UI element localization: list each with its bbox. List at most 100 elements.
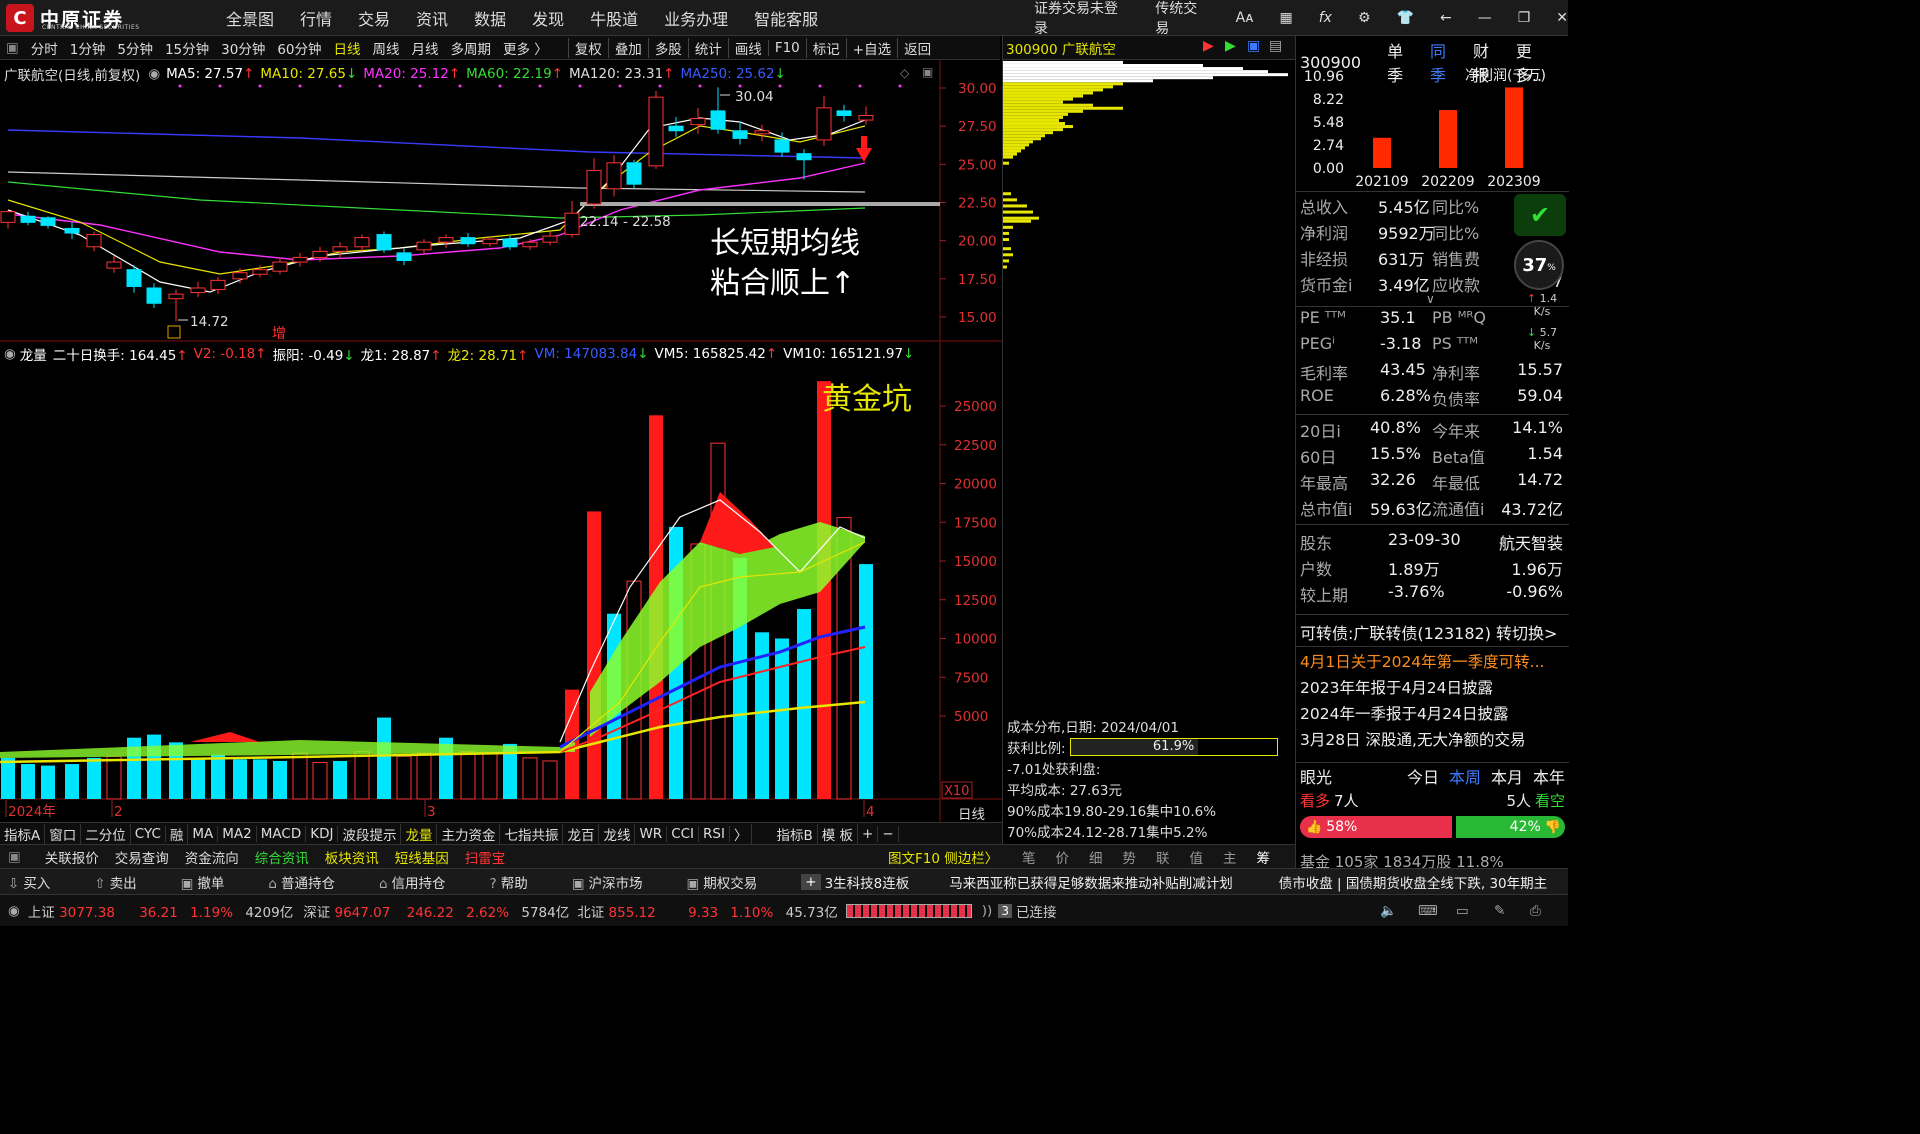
news-item[interactable]: 2023年年报于4月24日披露: [1300, 676, 1493, 698]
top-menu-item[interactable]: 交易: [358, 6, 390, 30]
indicator-tab[interactable]: +: [858, 825, 879, 842]
vote-bar[interactable]: 👍 58% 42% 👎: [1300, 816, 1565, 838]
expand-chevron-icon[interactable]: ∨: [1426, 292, 1435, 306]
news-ticker-2[interactable]: 马来西亚称已获得足够数据来推动补贴削减计划: [949, 872, 1233, 892]
marker-box-icon[interactable]: [167, 325, 181, 339]
back-arrow-icon[interactable]: ←: [1440, 10, 1452, 26]
chip-tab[interactable]: 细: [1079, 847, 1113, 867]
action-buy[interactable]: ⇩ 买入: [8, 872, 72, 892]
chip-tab[interactable]: 筹: [1247, 847, 1281, 867]
add-icon[interactable]: +: [801, 873, 821, 890]
kline-diamond-icon[interactable]: ◇: [900, 66, 909, 80]
indicator-tab[interactable]: MA: [188, 825, 219, 842]
indicator-tab[interactable]: 〉: [730, 823, 753, 844]
tool-icon[interactable]: ✎: [1494, 903, 1505, 919]
f10-sidebar-link[interactable]: 图文F10 侧边栏〉: [880, 847, 1006, 867]
eye-year[interactable]: 本年: [1533, 764, 1565, 788]
bj-index[interactable]: 北证 855.12 9.33 1.10% 45.73亿: [577, 901, 838, 921]
indicator-tab[interactable]: 龙线: [599, 823, 636, 844]
sub-tabs-toggle-icon[interactable]: ▣: [0, 849, 29, 865]
vol-toggle-icon[interactable]: ◉: [4, 346, 16, 362]
shield-check-icon[interactable]: ✔: [1514, 194, 1566, 236]
chart-tool[interactable]: 叠加: [607, 37, 648, 58]
indicator-tab[interactable]: 龙百: [563, 823, 600, 844]
top-menu-item[interactable]: 牛股道: [590, 6, 638, 30]
action-sell[interactable]: ⇧ 卖出: [94, 872, 158, 892]
chip-tab[interactable]: 势: [1113, 847, 1147, 867]
chart-tool[interactable]: 复权: [567, 37, 608, 58]
font-size-icon[interactable]: Aᴀ: [1236, 10, 1254, 26]
action-cancel-order[interactable]: ▣ 撤单: [181, 872, 247, 892]
period-tab[interactable]: 多周期: [445, 38, 498, 58]
chip-tool-icon[interactable]: ▶: [1225, 38, 1236, 54]
chip-pic-icon[interactable]: ▣: [1247, 38, 1260, 54]
minimize-icon[interactable]: —: [1478, 10, 1492, 26]
volume-icon[interactable]: 🔈: [1380, 903, 1397, 919]
indicator-tab[interactable]: MACD: [257, 825, 307, 842]
sub-tab[interactable]: 短线基因: [387, 847, 457, 867]
indicator-tab[interactable]: 指标A: [0, 823, 46, 844]
period-tab[interactable]: 30分钟: [215, 38, 271, 58]
chart-tool[interactable]: 统计: [687, 37, 728, 58]
sub-tab[interactable]: 扫雷宝: [457, 847, 514, 867]
sub-tab[interactable]: 板块资讯: [317, 847, 387, 867]
panel-toggle-icon[interactable]: ▣: [0, 40, 25, 56]
chip-tab[interactable]: 主: [1213, 847, 1247, 867]
indicator-tab[interactable]: WR: [635, 825, 668, 842]
chart-tool[interactable]: 返回: [897, 37, 937, 58]
convertible-bond-link[interactable]: 可转债:广联转债(123182) 转切换>: [1300, 620, 1557, 644]
indicator-tab[interactable]: 窗口: [45, 823, 82, 844]
indicator-tab[interactable]: CCI: [667, 825, 700, 842]
period-tab[interactable]: 更多 〉: [497, 38, 554, 58]
score-gauge[interactable]: 37%: [1514, 240, 1564, 290]
indicator-tab[interactable]: 模 板: [818, 823, 859, 844]
action-position[interactable]: ⌂ 普通持仓: [268, 872, 357, 892]
indicator-tab[interactable]: CYC: [131, 825, 166, 842]
shirt-skin-icon[interactable]: 👕: [1397, 10, 1414, 26]
kline-window-icon[interactable]: ▣: [922, 65, 933, 79]
top-menu-item[interactable]: 资讯: [416, 6, 448, 30]
period-tab[interactable]: 15分钟: [159, 38, 215, 58]
period-tab[interactable]: 分时: [25, 38, 64, 58]
status-toggle-icon[interactable]: ◉: [8, 903, 20, 919]
top-menu-item[interactable]: 数据: [474, 6, 506, 30]
chip-flag-icon[interactable]: ▶: [1203, 38, 1214, 54]
news-ticker-3[interactable]: 债市收盘 | 国债期货收盘全线下跌, 30年期主: [1279, 872, 1547, 892]
action-help[interactable]: ? 帮助: [490, 872, 550, 892]
formula-icon[interactable]: fx: [1319, 10, 1332, 26]
action-credit-position[interactable]: ⌂ 信用持仓: [379, 872, 468, 892]
indicator-tab[interactable]: RSI: [699, 825, 730, 842]
indicator-tab[interactable]: 融: [166, 823, 189, 844]
chip-tab[interactable]: 联: [1146, 847, 1180, 867]
period-tab[interactable]: 日线: [328, 38, 367, 58]
chip-tab[interactable]: 值: [1180, 847, 1214, 867]
login-status[interactable]: 证券交易未登录: [1034, 0, 1129, 38]
trade-mode[interactable]: 传统交易: [1155, 0, 1209, 38]
action-option[interactable]: ▣ 期权交易: [686, 872, 779, 892]
chart-tool[interactable]: 标记: [805, 37, 846, 58]
period-tab[interactable]: 60分钟: [271, 38, 327, 58]
restore-icon[interactable]: ❐: [1518, 10, 1531, 26]
eye-month[interactable]: 本月: [1491, 764, 1523, 788]
chart-tool[interactable]: 画线: [727, 37, 768, 58]
sz-index[interactable]: 深证 9647.07 246.22 2.62% 5784亿: [303, 901, 569, 921]
chip-tab[interactable]: 价: [1046, 847, 1080, 867]
eye-week[interactable]: 本周: [1449, 764, 1481, 788]
close-icon[interactable]: ✕: [1556, 10, 1568, 26]
grid-icon[interactable]: ▦: [1280, 10, 1293, 26]
news-item[interactable]: 4月1日关于2024年第一季度可转...: [1300, 650, 1544, 672]
signal-icon[interactable]: )): [982, 903, 993, 919]
top-menu-item[interactable]: 业务办理: [664, 6, 728, 30]
eye-today[interactable]: 今日: [1407, 764, 1439, 788]
top-menu-item[interactable]: 智能客服: [754, 6, 818, 30]
period-tab[interactable]: 月线: [406, 38, 445, 58]
period-tab[interactable]: 5分钟: [111, 38, 159, 58]
top-menu-item[interactable]: 全景图: [226, 6, 274, 30]
sub-tab[interactable]: 综合资讯: [247, 847, 317, 867]
indicator-tab[interactable]: 指标B: [772, 823, 818, 844]
indicator-tab[interactable]: MA2: [218, 825, 257, 842]
zeng-marker[interactable]: 增: [272, 326, 286, 342]
chart-tool[interactable]: F10: [767, 39, 806, 56]
chart-tool[interactable]: 多股: [647, 37, 688, 58]
top-menu-item[interactable]: 发现: [532, 6, 564, 30]
